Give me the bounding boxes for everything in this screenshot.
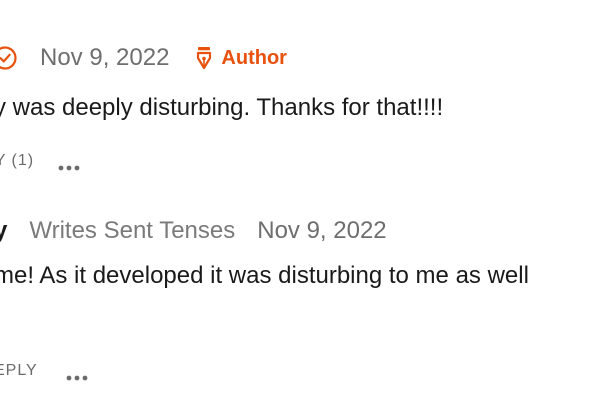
author-badge-label: Author	[221, 46, 287, 69]
fountain-pen-icon	[195, 46, 213, 70]
publication-link[interactable]: Writes Sent Tenses	[29, 217, 235, 245]
comment-1-body: y was deeply disturbing. Thanks for that…	[0, 94, 444, 121]
more-dots-icon[interactable]	[58, 158, 80, 171]
more-dots-icon[interactable]	[66, 368, 88, 381]
comment-2-actions: EPLY	[0, 360, 88, 382]
comment-1-actions: LY (1)	[0, 150, 80, 172]
reply-button[interactable]: LY (1)	[0, 152, 34, 170]
comment-date-link[interactable]: Nov 9, 2022	[40, 44, 169, 72]
comment-thread: Nov 9, 2022 Author y was deeply disturbi…	[0, 0, 600, 400]
commenter-name-link[interactable]: y	[0, 217, 7, 245]
comment-2-header: y Writes Sent Tenses Nov 9, 2022	[0, 213, 387, 249]
author-badge: Author	[195, 46, 287, 70]
comment-2-body: me! As it developed it was disturbing to…	[0, 262, 529, 289]
comment-date-link[interactable]: Nov 9, 2022	[257, 217, 386, 245]
check-circle-icon	[0, 45, 18, 71]
reply-button[interactable]: EPLY	[0, 362, 38, 380]
comment-1-header: Nov 9, 2022 Author	[0, 40, 287, 76]
